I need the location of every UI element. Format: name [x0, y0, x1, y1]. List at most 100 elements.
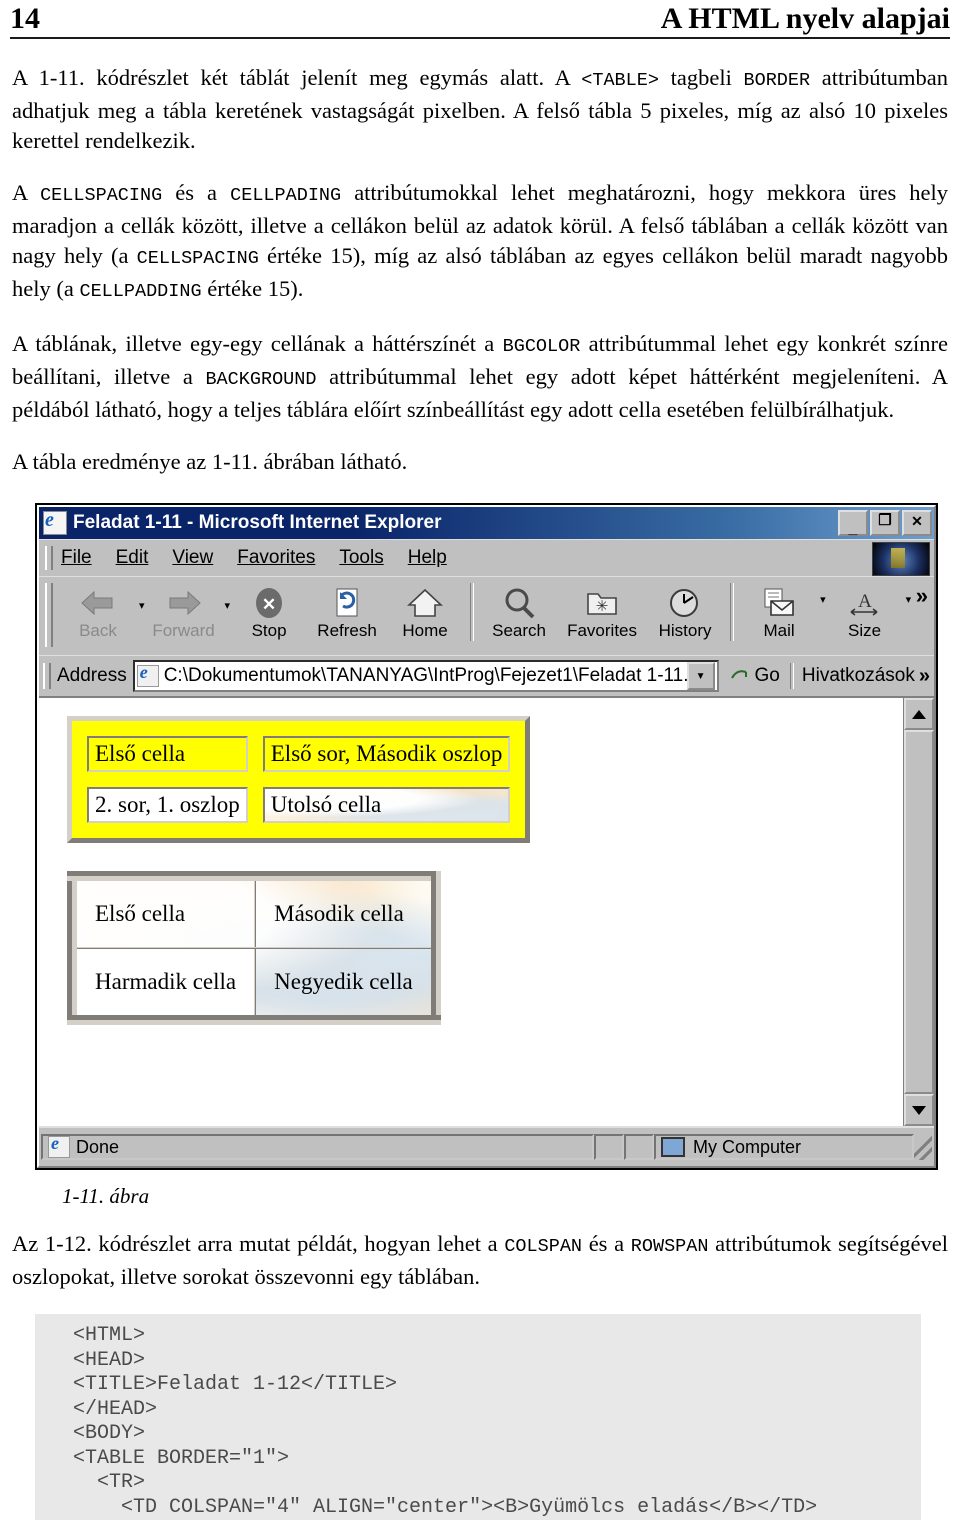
minimize-button[interactable]: _	[838, 510, 868, 537]
favorites-folder-icon: ✳	[585, 583, 619, 623]
my-computer-icon	[661, 1137, 685, 1157]
address-bar: Address C:\Dokumentumok\TANANYAG\IntProg…	[39, 655, 934, 696]
status-message: Done	[76, 1136, 120, 1157]
minimize-icon: _	[848, 520, 858, 537]
inline-text: A tábla eredménye az 1-11. ábrában látha…	[12, 449, 408, 474]
status-page-icon	[48, 1133, 70, 1158]
size-button-label: Size	[848, 621, 882, 640]
search-button-label: Search	[492, 621, 546, 640]
address-separator	[789, 663, 794, 689]
inline-code: BACKGROUND	[205, 369, 317, 390]
forward-button-label: Forward	[152, 621, 215, 640]
menu-item-help[interactable]: Help	[408, 547, 447, 569]
toolbar-overflow-chevron-icon[interactable]: »	[916, 583, 928, 609]
inline-code: CELLSPACING	[136, 248, 259, 269]
paragraph-3: A táblának, illetve egy-egy cellának a h…	[12, 329, 948, 425]
table1-cell-1: Első cella	[87, 736, 248, 772]
size-button[interactable]: A Size	[826, 577, 904, 641]
refresh-button-label: Refresh	[317, 621, 377, 640]
menu-item-edit[interactable]: Edit	[116, 547, 149, 569]
refresh-button[interactable]: Refresh	[308, 577, 386, 641]
paragraph-5: Az 1-12. kódrészlet arra mutat példát, h…	[12, 1229, 948, 1292]
favorites-button-label: Favorites	[567, 621, 638, 640]
go-arrow-icon	[730, 670, 747, 679]
menu-bar: File Edit View Favorites Tools Help	[39, 539, 934, 576]
inline-code: CELLSPACING	[40, 185, 163, 206]
go-button[interactable]: Go	[729, 665, 780, 687]
menu-bar-grip[interactable]	[45, 546, 53, 570]
forward-button[interactable]: Forward	[145, 577, 223, 641]
search-icon	[502, 583, 536, 623]
menu-item-favorites-label: Favorites	[237, 547, 316, 568]
back-button[interactable]: Back	[59, 577, 137, 641]
resize-grip[interactable]	[914, 1134, 932, 1160]
maximize-button[interactable]: ❐	[870, 510, 900, 536]
scrollbar-thumb[interactable]	[904, 730, 934, 1094]
inline-text: és a	[582, 1231, 631, 1256]
back-arrow-icon	[78, 583, 118, 623]
history-clock-icon	[668, 583, 702, 623]
address-dropdown-button[interactable]: ▼	[686, 662, 715, 690]
status-message-pane: Done	[41, 1133, 594, 1160]
svg-text:✕: ✕	[262, 595, 276, 614]
window-title: Feladat 1-11 - Microsoft Internet Explor…	[73, 512, 442, 533]
inline-text: A 1-11. kódrészlet két táblát jelenít me…	[12, 65, 582, 90]
links-overflow-chevron-icon[interactable]: »	[919, 665, 930, 688]
table-row: Első cella Második cella	[70, 875, 437, 949]
scroll-down-button[interactable]	[904, 1094, 934, 1126]
window-controls: _ ❐ ✕	[838, 510, 932, 537]
table2-cell-3: Harmadik cella	[70, 947, 257, 1021]
chevron-up-icon	[912, 709, 926, 719]
scroll-up-button[interactable]	[904, 698, 934, 730]
address-input[interactable]: C:\Dokumentumok\TANANYAG\IntProg\Fejezet…	[132, 660, 719, 692]
menu-item-view[interactable]: View	[172, 547, 213, 569]
browser-toolbar: Back ▾ Forward ▾ ✕ Stop Refresh Home Sea…	[39, 576, 934, 655]
inline-code: COLSPAN	[504, 1236, 583, 1257]
table1-cell-4: Utolsó cella	[262, 787, 511, 823]
back-button-label: Back	[79, 621, 117, 640]
table-bottom: Első cella Második cella Harmadik cella …	[67, 871, 441, 1025]
running-head: 14 A HTML nyelv alapjai	[8, 0, 952, 34]
toolbar-separator-1	[470, 583, 475, 641]
status-pane-spacer-1	[594, 1134, 624, 1160]
table2-cell-1: Első cella	[70, 875, 257, 949]
inline-text: értéke 15).	[201, 276, 304, 301]
security-zone-label: My Computer	[693, 1136, 802, 1157]
close-button[interactable]: ✕	[902, 510, 932, 536]
inline-code: <TABLE>	[581, 70, 659, 91]
menu-item-tools[interactable]: Tools	[339, 547, 383, 569]
inline-code: CELLPADING	[230, 185, 342, 206]
toolbar-grip[interactable]	[45, 583, 53, 647]
inline-code: ROWSPAN	[630, 1236, 709, 1257]
status-bar: Done My Computer	[39, 1126, 934, 1166]
rendered-page: Első cella Első sor, Második oszlop 2. s…	[39, 698, 903, 1108]
home-button[interactable]: Home	[386, 577, 464, 641]
stop-button[interactable]: ✕ Stop	[230, 577, 308, 641]
paragraph-1: A 1-11. kódrészlet két táblát jelenít me…	[12, 63, 948, 156]
windows-logo-badge	[872, 542, 930, 576]
table1-cell-3: 2. sor, 1. oszlop	[87, 787, 248, 823]
links-button[interactable]: Hivatkozások	[802, 665, 915, 687]
mail-button[interactable]: Mail	[740, 577, 818, 641]
figure-1-11: Feladat 1-11 - Microsoft Internet Explor…	[8, 503, 952, 1209]
inline-text: A	[12, 180, 41, 205]
page-number: 14	[10, 2, 40, 35]
inline-text: A táblának, illetve egy-egy cellának a h…	[12, 331, 503, 356]
search-button[interactable]: Search	[480, 577, 558, 641]
vertical-scrollbar[interactable]	[903, 698, 934, 1126]
menu-item-view-label: View	[172, 547, 214, 568]
menu-item-edit-label: Edit	[115, 547, 149, 568]
favorites-button[interactable]: ✳ Favorites	[558, 577, 646, 641]
toolbar-separator-2	[730, 583, 735, 641]
internet-explorer-icon	[43, 509, 67, 535]
address-bar-grip[interactable]	[43, 663, 51, 689]
table-row: Harmadik cella Negyedik cella	[70, 947, 437, 1021]
history-button[interactable]: History	[646, 577, 724, 641]
table-row: 2. sor, 1. oszlop Utolsó cella	[87, 787, 511, 823]
home-icon	[407, 583, 444, 623]
svg-text:✳: ✳	[596, 598, 609, 615]
menu-item-favorites[interactable]: Favorites	[237, 547, 315, 569]
font-size-icon: A	[847, 583, 883, 623]
size-dropdown-icon[interactable]: ▾	[906, 593, 912, 606]
menu-item-file[interactable]: File	[61, 547, 92, 569]
